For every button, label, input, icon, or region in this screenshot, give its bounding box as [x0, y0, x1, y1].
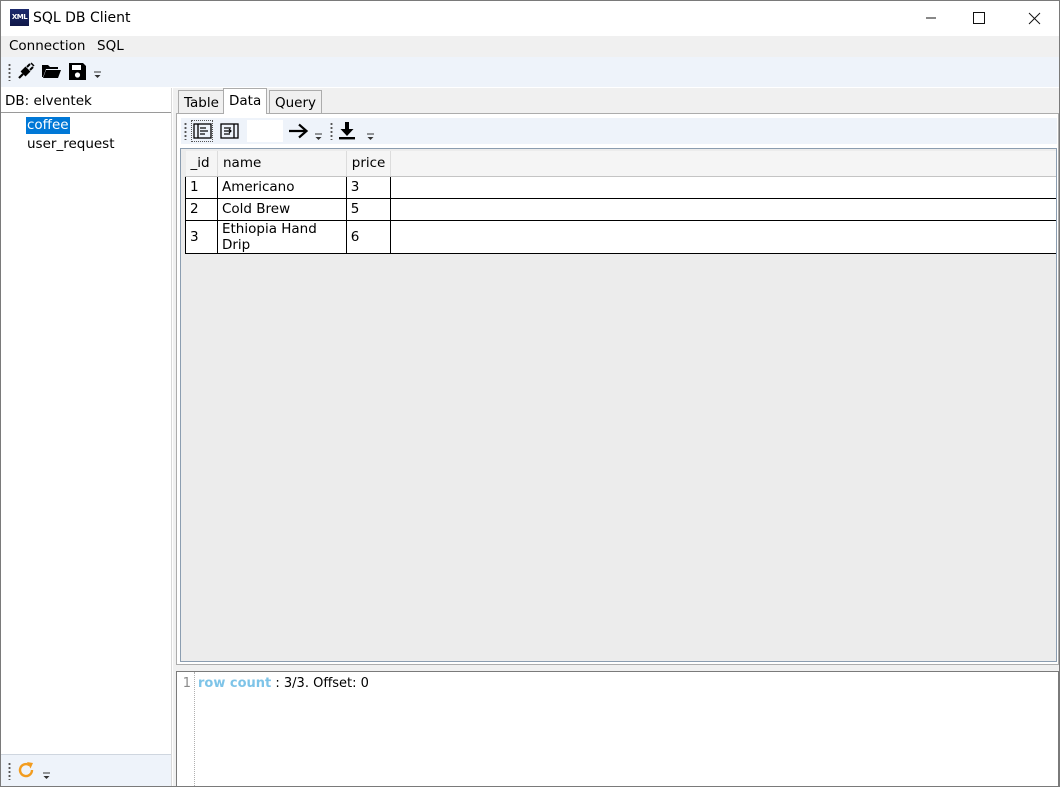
log-gutter: 1 — [177, 672, 195, 786]
connect-plug-icon[interactable] — [15, 60, 37, 82]
tab-query[interactable]: Query — [269, 90, 323, 113]
table-row[interactable]: 1 Americano 3 — [185, 175, 1056, 199]
toolbar-grip[interactable] — [8, 63, 11, 81]
toolbar-overflow-icon[interactable] — [94, 71, 101, 81]
tab-data[interactable]: Data — [223, 88, 268, 114]
cell-id[interactable]: 1 — [185, 175, 218, 199]
cell-id[interactable]: 2 — [185, 197, 218, 221]
table-row[interactable]: 3 Ethiopia Hand Drip 6 — [185, 219, 1056, 254]
column-header-filler — [390, 151, 1056, 177]
menu-sql[interactable]: SQL — [97, 38, 124, 54]
cell-price[interactable]: 5 — [345, 197, 392, 221]
cell-name[interactable]: Americano — [216, 175, 347, 199]
cell-price[interactable]: 6 — [345, 219, 392, 254]
column-header-price[interactable]: price — [346, 151, 392, 177]
table-item-user-request[interactable]: user_request — [26, 136, 116, 153]
cell-name[interactable]: Ethiopia Hand Drip — [216, 219, 347, 254]
cell-filler — [390, 197, 1056, 221]
next-page-icon[interactable] — [191, 120, 213, 142]
download-overflow-icon[interactable] — [367, 133, 374, 143]
menu-connection[interactable]: Connection — [9, 38, 85, 54]
log-message: : 3/3. Offset: 0 — [271, 676, 369, 691]
menu-bar: Connection SQL — [1, 36, 1059, 57]
table-item-coffee[interactable]: coffee — [26, 117, 70, 134]
maximize-icon — [973, 12, 985, 24]
content-area: Table Data Query _id name price 1 Americ… — [173, 88, 1059, 786]
panel-overflow-icon[interactable] — [43, 772, 50, 782]
cell-price[interactable]: 3 — [345, 175, 392, 199]
close-icon — [1028, 12, 1040, 24]
column-header-name[interactable]: name — [217, 151, 347, 177]
log-line-number: 1 — [182, 676, 191, 691]
log-key: row count — [198, 676, 272, 691]
log-output[interactable]: 1 row count : 3/3. Offset: 0 — [176, 671, 1059, 786]
save-disk-icon[interactable] — [66, 60, 88, 82]
db-separator — [1, 112, 171, 113]
data-toolbar-grip[interactable] — [184, 122, 187, 140]
app-logo-icon: XML — [10, 9, 29, 26]
db-label: DB: elventek — [5, 93, 92, 109]
data-table: _id name price 1 Americano 3 2 Cold Brew… — [185, 151, 1056, 254]
minimize-icon — [926, 17, 936, 19]
go-arrow-icon[interactable] — [286, 120, 310, 142]
cell-filler — [390, 219, 1056, 254]
column-header-id[interactable]: _id — [185, 151, 218, 177]
data-toolbar-overflow-icon[interactable] — [315, 133, 322, 143]
close-button[interactable] — [1011, 1, 1057, 35]
cell-id[interactable]: 3 — [185, 219, 218, 254]
panel-toolbar — [1, 754, 171, 786]
cell-filler — [390, 175, 1056, 199]
tab-table[interactable]: Table — [178, 90, 225, 113]
data-grid[interactable]: _id name price 1 Americano 3 2 Cold Brew… — [180, 148, 1057, 662]
title-bar: XML SQL DB Client — [1, 1, 1059, 36]
data-tab-panel: _id name price 1 Americano 3 2 Cold Brew… — [176, 113, 1059, 665]
data-toolbar-grip-2[interactable] — [330, 122, 333, 140]
open-folder-icon[interactable] — [40, 60, 62, 82]
minimize-button[interactable] — [908, 1, 954, 35]
download-icon[interactable] — [336, 119, 358, 141]
main-toolbar — [1, 57, 1059, 87]
database-panel: DB: elventek coffee user_request — [1, 88, 172, 786]
header-row: _id name price — [185, 151, 1056, 177]
offset-input[interactable] — [247, 120, 283, 142]
prev-page-icon[interactable] — [218, 120, 240, 142]
refresh-icon[interactable] — [15, 759, 37, 781]
app-window: XML SQL DB Client Connection SQL DB: elv… — [0, 0, 1060, 787]
data-toolbar — [181, 118, 1057, 144]
table-row[interactable]: 2 Cold Brew 5 — [185, 197, 1056, 221]
maximize-button[interactable] — [956, 1, 1002, 35]
cell-name[interactable]: Cold Brew — [216, 197, 347, 221]
window-title: SQL DB Client — [33, 10, 131, 26]
panel-toolbar-grip[interactable] — [8, 762, 11, 780]
log-line: row count : 3/3. Offset: 0 — [198, 676, 369, 691]
